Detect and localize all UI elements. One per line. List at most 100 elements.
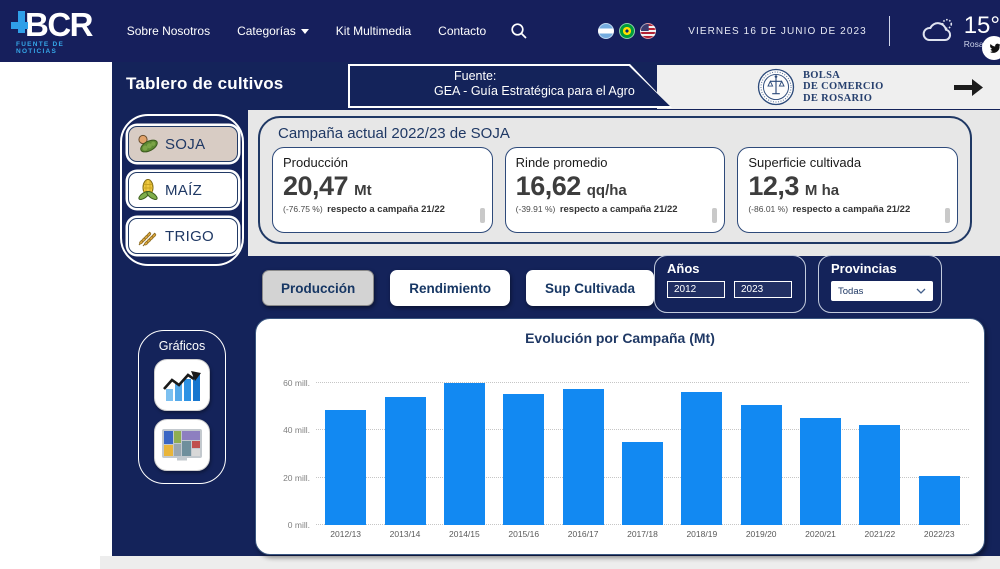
summary-title: Campaña actual 2022/23 de SOJA	[278, 125, 960, 142]
nav-link-sobre-nosotros[interactable]: Sobre Nosotros	[127, 24, 210, 38]
bar-2015/16[interactable]	[503, 394, 544, 525]
top-navbar: BCR FUENTE DE NOTICIAS Sobre Nosotros Ca…	[0, 0, 1000, 62]
crop-dashboard: Tablero de cultivos BOLSA DE COMERCIO DE…	[112, 62, 1000, 556]
bar-2022/23[interactable]	[919, 476, 960, 525]
x-axis-tick-label: 2019/20	[746, 529, 777, 539]
crop-button-soja[interactable]: SOJA	[128, 126, 238, 162]
kpi-card-superficie: Superficie cultivada 12,3 M ha (-86.01 %…	[737, 147, 958, 233]
bar-slot: 2020/21	[791, 359, 850, 525]
source-label: Fuente:	[454, 69, 670, 83]
kpi-delta: (-86.01 %) respecto a campaña 21/22	[748, 203, 916, 218]
provinces-filter-label: Provincias	[831, 261, 929, 276]
x-axis-tick-label: 2014/15	[449, 529, 480, 539]
bcr-logo-text: BCR	[25, 6, 92, 44]
dashboard-title: Tablero de cultivos	[126, 74, 283, 94]
y-axis-tick-label: 40 mill.	[264, 425, 310, 435]
crop-button-trigo[interactable]: TRIGO	[128, 218, 238, 254]
bottom-page-margin	[100, 556, 1000, 569]
crop-button-maiz[interactable]: MAÍZ	[128, 172, 238, 208]
years-filter: Años	[654, 255, 806, 313]
nav-link-kit-multimedia[interactable]: Kit Multimedia	[336, 24, 411, 38]
crop-selector-group: SOJA MAÍZ	[120, 114, 244, 266]
years-filter-label: Años	[667, 261, 793, 276]
bar-2017/18[interactable]	[622, 442, 663, 525]
kpi-unit: Mt	[354, 182, 372, 199]
bar-2014/15[interactable]	[444, 383, 485, 525]
bcr-plus-icon	[10, 10, 28, 40]
provinces-dropdown[interactable]: Todas	[831, 281, 933, 301]
tab-sup-cultivada[interactable]: Sup Cultivada	[526, 270, 654, 306]
card-scrollbar[interactable]	[945, 208, 950, 223]
source-value: GEA - Guía Estratégica para el Agro	[434, 84, 670, 98]
source-banner: Fuente: GEA - Guía Estratégica para el A…	[348, 64, 672, 108]
twitter-icon[interactable]	[982, 36, 1000, 60]
nav-link-categorias[interactable]: Categorías	[237, 24, 309, 38]
x-axis-tick-label: 2022/23	[924, 529, 955, 539]
bar-slot: 2013/14	[375, 359, 434, 525]
card-scrollbar[interactable]	[480, 208, 485, 223]
bar-2012/13[interactable]	[325, 410, 366, 525]
tab-produccion[interactable]: Producción	[262, 270, 374, 306]
year-to-input[interactable]	[734, 281, 792, 298]
bar-2016/17[interactable]	[563, 389, 604, 525]
treemap-view-button[interactable]	[154, 419, 210, 471]
y-axis-tick-label: 20 mill.	[264, 473, 310, 483]
x-axis-tick-label: 2020/21	[805, 529, 836, 539]
bar-slot: 2012/13	[316, 359, 375, 525]
corn-icon	[136, 178, 160, 202]
kpi-value: 16,62	[516, 171, 581, 202]
year-from-input[interactable]	[667, 281, 725, 298]
search-icon[interactable]	[510, 22, 528, 40]
x-axis-tick-label: 2016/17	[568, 529, 599, 539]
soybean-icon	[136, 132, 160, 156]
current-date: VIERNES 16 DE JUNIO DE 2023	[688, 26, 867, 37]
charts-selector-group: Gráficos	[138, 330, 226, 484]
metric-tabs: Producción Rendimiento Sup Cultivada	[262, 270, 654, 306]
bcr-seal-icon	[757, 68, 795, 106]
evolution-chart-card: Evolución por Campaña (Mt) 0 mill.20 mil…	[255, 318, 985, 555]
x-axis-tick-label: 2013/14	[390, 529, 421, 539]
kpi-unit: qq/ha	[587, 182, 627, 199]
brazil-flag-icon[interactable]	[619, 23, 635, 39]
chart-plot: 0 mill.20 mill.40 mill.60 mill.2012/1320…	[316, 359, 969, 525]
x-axis-tick-label: 2015/16	[508, 529, 539, 539]
bar-slot: 2017/18	[613, 359, 672, 525]
chart-title: Evolución por Campaña (Mt)	[256, 330, 984, 346]
kpi-card-produccion: Producción 20,47 Mt (-76.75 %) respecto …	[272, 147, 493, 233]
bar-slot: 2019/20	[732, 359, 791, 525]
dashboard-header: Tablero de cultivos BOLSA DE COMERCIO DE…	[112, 62, 1000, 110]
kpi-delta: (-76.75 %) respecto a campaña 21/22	[283, 203, 451, 218]
temperature: 15°	[964, 14, 1000, 38]
bar-2020/21[interactable]	[800, 418, 841, 525]
kpi-value: 20,47	[283, 171, 348, 202]
main-content: Campaña actual 2022/23 de SOJA Producció…	[248, 110, 1000, 556]
chevron-down-icon	[301, 29, 309, 34]
y-axis-tick-label: 0 mill.	[264, 520, 310, 530]
usa-flag-icon[interactable]	[640, 23, 656, 39]
x-axis-tick-label: 2012/13	[330, 529, 361, 539]
summary-panel: Campaña actual 2022/23 de SOJA Producció…	[248, 110, 1000, 256]
bar-2018/19[interactable]	[681, 392, 722, 525]
bar-2019/20[interactable]	[741, 405, 782, 525]
wheat-icon	[136, 224, 160, 248]
nav-link-contacto[interactable]: Contacto	[438, 24, 486, 38]
kpi-value: 12,3	[748, 171, 799, 202]
bar-2021/22[interactable]	[859, 425, 900, 525]
bar-2013/14[interactable]	[385, 397, 426, 525]
provinces-filter: Provincias Todas	[818, 255, 942, 313]
argentina-flag-icon[interactable]	[598, 23, 614, 39]
bar-slot: 2018/19	[672, 359, 731, 525]
summary-box: Campaña actual 2022/23 de SOJA Producció…	[258, 116, 972, 244]
org-name: BOLSA DE COMERCIO DE ROSARIO	[803, 70, 884, 103]
chevron-down-icon	[916, 288, 926, 294]
bar-chart-icon	[162, 367, 202, 403]
arrow-right-icon[interactable]	[954, 77, 984, 103]
treemap-icon	[162, 429, 202, 461]
kpi-delta: (-39.91 %) respecto a campaña 21/22	[516, 203, 684, 218]
kpi-unit: M ha	[805, 182, 839, 199]
card-scrollbar[interactable]	[712, 208, 717, 223]
bar-slot: 2015/16	[494, 359, 553, 525]
bar-chart-view-button[interactable]	[154, 359, 210, 411]
bcr-logo[interactable]: BCR FUENTE DE NOTICIAS	[10, 7, 103, 55]
tab-rendimiento[interactable]: Rendimiento	[390, 270, 510, 306]
